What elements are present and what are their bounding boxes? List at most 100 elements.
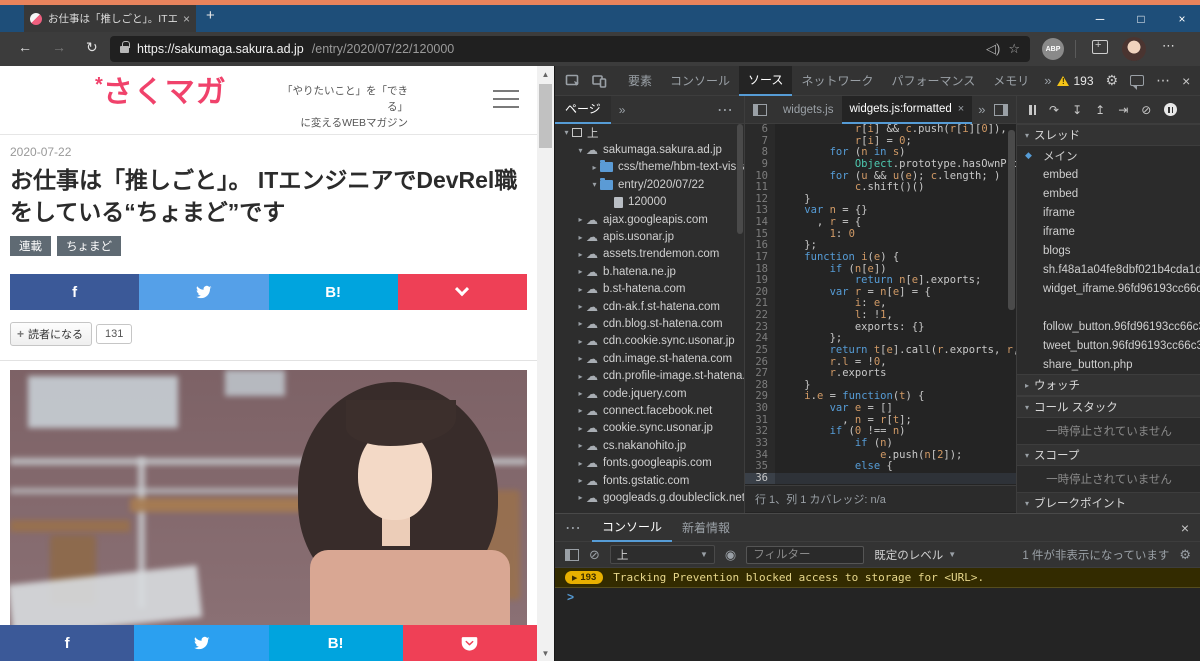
line-number[interactable]: 35 (745, 461, 775, 473)
thread-item[interactable]: ◆メイン (1017, 146, 1200, 165)
code-area[interactable]: 6 r[i] && c.push(r[i][0]),7 r[i] = 0;8 f… (745, 124, 1016, 485)
reload-button[interactable]: ↻ (86, 39, 98, 56)
thread-item[interactable]: follow_button.96fd96193cc66c3... (1017, 317, 1200, 336)
code-line[interactable]: 9 Object.prototype.hasOwnPrope (745, 159, 1016, 171)
site-logo[interactable]: * さくマガ (95, 78, 227, 108)
code-line[interactable]: 17 function i(e) { (745, 252, 1016, 264)
window-minimize-button[interactable]: ─ (1083, 5, 1117, 32)
tree-item[interactable]: ▸☁cdn.image.st-hatena.com (555, 350, 744, 367)
log-level-selector[interactable]: 既定のレベル ▼ (874, 547, 956, 563)
code-line[interactable]: 22 l: !1, (745, 310, 1016, 322)
scroll-up-arrow[interactable]: ▲ (537, 66, 554, 82)
pocket-share-button[interactable] (403, 625, 537, 661)
tree-expander-icon[interactable]: ▾ (561, 128, 572, 137)
tree-item[interactable]: ▸☁b.hatena.ne.jp (555, 263, 744, 280)
line-number[interactable]: 9 (745, 159, 775, 171)
thread-item[interactable]: blogs (1017, 241, 1200, 260)
address-bar[interactable]: https://sakumaga.sakura.ad.jp/entry/2020… (110, 36, 1030, 62)
tree-expander-icon[interactable]: ▾ (589, 180, 600, 189)
line-number[interactable]: 30 (745, 403, 775, 415)
tree-expander-icon[interactable]: ▸ (575, 302, 586, 311)
code-line[interactable]: 31 , n = r[t]; (745, 415, 1016, 427)
code-line[interactable]: 7 r[i] = 0; (745, 136, 1016, 148)
tab-page[interactable]: ページ (555, 96, 611, 124)
thread-item[interactable]: tweet_button.96fd96193cc66c3e... (1017, 336, 1200, 355)
tree-item[interactable]: ▸css/theme/hbm-text-visual- (555, 159, 744, 176)
devtools-tab-5[interactable]: メモリ (984, 66, 1038, 96)
window-maximize-button[interactable]: □ (1124, 5, 1158, 32)
console-filter-input[interactable] (746, 546, 864, 564)
tree-item[interactable]: ▸☁cdn.cookie.sync.usonar.jp (555, 333, 744, 350)
forward-button[interactable]: → (52, 39, 66, 55)
hamburger-menu-icon[interactable] (493, 90, 519, 108)
pause-on-exceptions-icon[interactable] (1164, 103, 1177, 116)
tree-item[interactable]: ▸☁cdn.blog.st-hatena.com (555, 315, 744, 332)
console-warning-message[interactable]: ▶193 Tracking Prevention blocked access … (555, 568, 1200, 588)
line-number[interactable]: 8 (745, 147, 775, 159)
editor-tab-1[interactable]: widgets.js:formatted× (842, 96, 973, 124)
line-number[interactable]: 36 (745, 473, 775, 485)
navigator-menu-icon[interactable]: ⋯ (717, 100, 744, 120)
thread-item[interactable]: share_button.php (1017, 355, 1200, 374)
page-scrollbar[interactable]: ▲ ▼ (537, 66, 554, 661)
code-line[interactable]: 13 var n = {} (745, 205, 1016, 217)
line-number[interactable]: 7 (745, 136, 775, 148)
subscribe-button[interactable]: + 読者になる (10, 322, 92, 346)
console-settings-icon[interactable]: ⚙ (1179, 547, 1191, 563)
step-over-icon[interactable]: ↷ (1049, 103, 1059, 117)
tree-item[interactable]: ▸☁cs.nakanohito.jp (555, 437, 744, 454)
code-line[interactable]: 15 1: 0 (745, 229, 1016, 241)
context-selector[interactable]: 上 ▼ (610, 545, 715, 564)
devtools-tab-0[interactable]: 要素 (619, 66, 661, 96)
code-line[interactable]: 19 return n[e].exports; (745, 275, 1016, 287)
tree-expander-icon[interactable]: ▸ (575, 424, 586, 433)
callstack-section-header[interactable]: ▾コール スタック (1017, 396, 1200, 418)
collapse-navigator-icon[interactable] (753, 104, 767, 116)
watch-section-header[interactable]: ▸ウォッチ (1017, 374, 1200, 396)
tree-expander-icon[interactable]: ▸ (575, 267, 586, 276)
adblock-extension-icon[interactable]: ABP (1042, 38, 1064, 60)
facebook-share-button[interactable]: f (0, 625, 134, 661)
hatena-bookmark-share-button[interactable]: B! (269, 274, 398, 310)
code-line[interactable]: 29 i.e = function(t) { (745, 391, 1016, 403)
line-number[interactable]: 11 (745, 182, 775, 194)
code-line[interactable]: 12 } (745, 194, 1016, 206)
navigator-more-tabs-icon[interactable]: » (619, 103, 626, 117)
code-line[interactable]: 34 e.push(n[2]); (745, 450, 1016, 462)
editor-more-tabs-icon[interactable]: » (972, 102, 991, 117)
code-line[interactable]: 35 else { (745, 461, 1016, 473)
tree-item[interactable]: ▾☁sakumaga.sakura.ad.jp (555, 141, 744, 158)
devtools-tab-3[interactable]: ネットワーク (792, 66, 882, 96)
code-line[interactable]: 14 , r = { (745, 217, 1016, 229)
code-line[interactable]: 32 if (0 !== n) (745, 426, 1016, 438)
threads-section-header[interactable]: ▾スレッド (1017, 124, 1200, 146)
scrollbar-thumb[interactable] (539, 84, 552, 148)
tree-expander-icon[interactable]: ▾ (575, 146, 586, 155)
tree-expander-icon[interactable]: ▸ (575, 285, 586, 294)
breakpoints-section-header[interactable]: ▾ブレークポイント (1017, 492, 1200, 513)
step-out-icon[interactable]: ↥ (1095, 103, 1105, 117)
feedback-icon[interactable] (1130, 75, 1144, 86)
devtools-settings-icon[interactable]: ⚙ (1106, 72, 1119, 89)
line-number[interactable]: 14 (745, 217, 775, 229)
tree-item[interactable]: ▸☁fonts.googleapis.com (555, 454, 744, 471)
scope-section-header[interactable]: ▾スコープ (1017, 444, 1200, 466)
code-line[interactable]: 23 exports: {} (745, 322, 1016, 334)
code-line[interactable]: 6 r[i] && c.push(r[i][0]), (745, 124, 1016, 136)
thread-item[interactable]: embed (1017, 184, 1200, 203)
scroll-down-arrow[interactable]: ▼ (537, 645, 554, 661)
tree-item[interactable]: 120000 (555, 194, 744, 211)
code-line[interactable]: 30 var e = [] (745, 403, 1016, 415)
code-line[interactable]: 10 for (u && u(e); c.length; ) (745, 171, 1016, 183)
console-sidebar-icon[interactable] (565, 549, 579, 561)
code-line[interactable]: 36 (745, 473, 1016, 485)
console-close-icon[interactable]: × (1181, 520, 1200, 536)
code-line[interactable]: 28 } (745, 380, 1016, 392)
facebook-share-button[interactable]: f (10, 274, 139, 310)
code-line[interactable]: 20 var r = n[e] = { (745, 287, 1016, 299)
tree-expander-icon[interactable]: ▸ (575, 250, 586, 259)
tab-close-icon[interactable]: × (183, 12, 190, 26)
browser-tab[interactable]: お仕事は「推しごと」。ITエンジニアで × (24, 5, 196, 32)
tab-console[interactable]: コンソール (592, 514, 672, 542)
editor-scrollbar-thumb[interactable] (1008, 130, 1015, 310)
